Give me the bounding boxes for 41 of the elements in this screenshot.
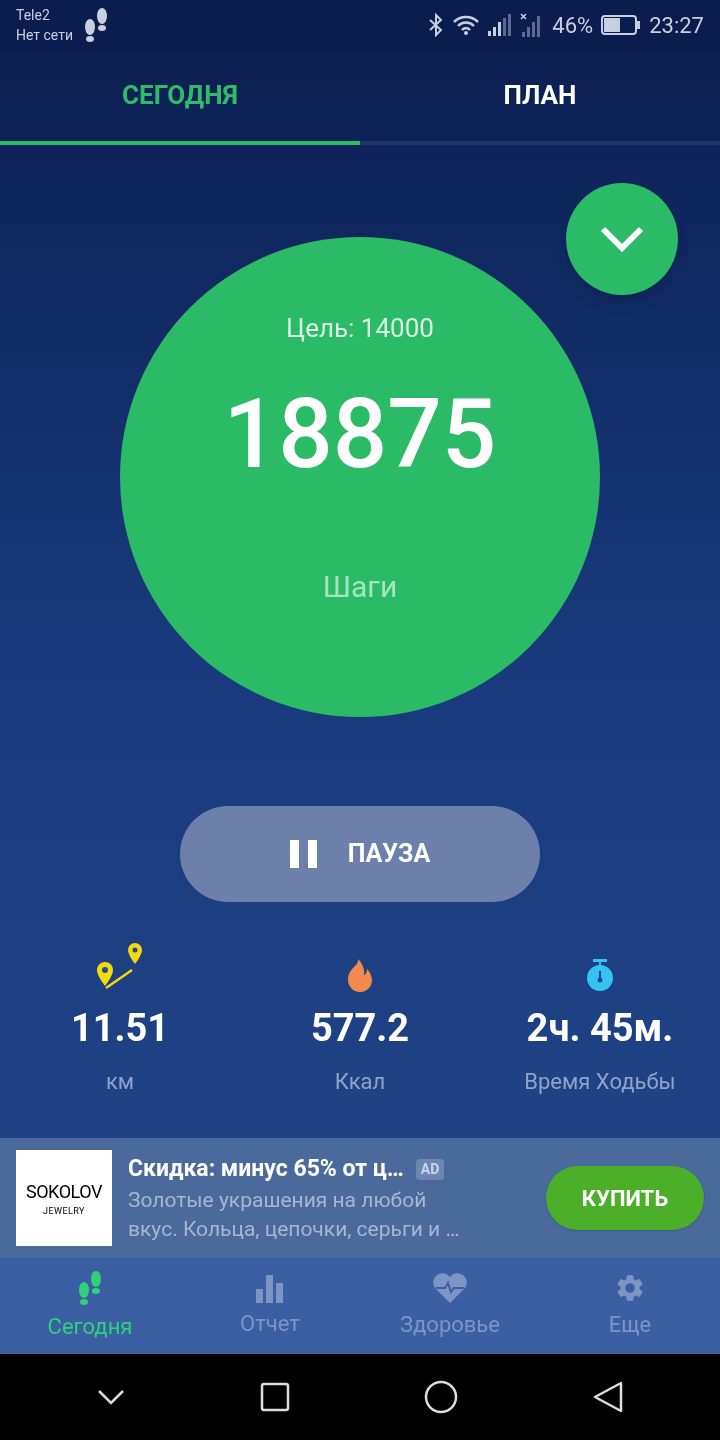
pause-button[interactable]: ПАУЗА xyxy=(180,806,540,902)
clock-time: 23:27 xyxy=(649,11,704,40)
logo-text: SOKOLOV xyxy=(25,1179,103,1204)
nav-tab[interactable]: Отчет xyxy=(180,1258,360,1354)
back-triangle-icon[interactable] xyxy=(592,1381,623,1413)
stat-label: км xyxy=(105,1068,135,1096)
home-circle-icon[interactable] xyxy=(424,1380,459,1414)
ad-badge: AD xyxy=(415,1158,445,1180)
tab[interactable]: СЕГОДНЯ xyxy=(0,50,360,145)
nav-tab[interactable]: Еще xyxy=(540,1258,720,1354)
map-pin-route-icon xyxy=(96,942,144,992)
logo-subtitle: JEWELRY xyxy=(43,1204,85,1218)
goal-label: Цель: 14000 xyxy=(286,312,434,345)
stat-label: Время Ходьбы xyxy=(524,1068,676,1096)
steps-label: Шаги xyxy=(322,568,398,606)
buy-button[interactable]: КУПИТЬ xyxy=(546,1166,704,1230)
stat-value: 577.2 xyxy=(310,1005,410,1052)
signal-icon xyxy=(488,14,513,36)
battery-icon xyxy=(601,14,642,36)
battery-percent: 46% xyxy=(552,11,594,40)
stat-label: Ккал xyxy=(334,1068,386,1096)
heart-pulse-icon xyxy=(432,1271,468,1304)
wifi-icon xyxy=(452,14,481,36)
bar-chart-icon xyxy=(255,1272,285,1303)
stat-value: 11.51 xyxy=(70,1005,170,1052)
tab[interactable]: ПЛАН xyxy=(360,50,720,145)
home-square-icon[interactable] xyxy=(259,1382,290,1412)
step-count: 18875 xyxy=(223,386,497,482)
nav-tab[interactable]: Здоровье xyxy=(360,1258,540,1354)
stat-value: 2ч. 45м. xyxy=(526,1005,674,1052)
network-status: Нет сети xyxy=(16,26,74,45)
bluetooth-icon xyxy=(428,13,445,37)
chevron-down-icon xyxy=(599,225,645,253)
ad-banner[interactable]: SOKOLOV JEWELRY Скидка: минус 65% от ц… AD Золотые украшения на любой вкус. Кольца, цепочки, серьги и … КУПИТЬ xyxy=(0,1138,720,1258)
nav-tab[interactable]: Сегодня xyxy=(0,1258,180,1354)
ad-title: Скидка: минус 65% от ц… xyxy=(128,1153,404,1184)
back-chevron-icon[interactable] xyxy=(97,1389,126,1405)
stopwatch-icon xyxy=(584,958,616,992)
carrier-name: Tele2 xyxy=(16,6,51,25)
pause-icon xyxy=(289,840,318,868)
ad-description: Золотые украшения на любой вкус. Кольца, цепочки, серьги и … xyxy=(128,1187,461,1244)
